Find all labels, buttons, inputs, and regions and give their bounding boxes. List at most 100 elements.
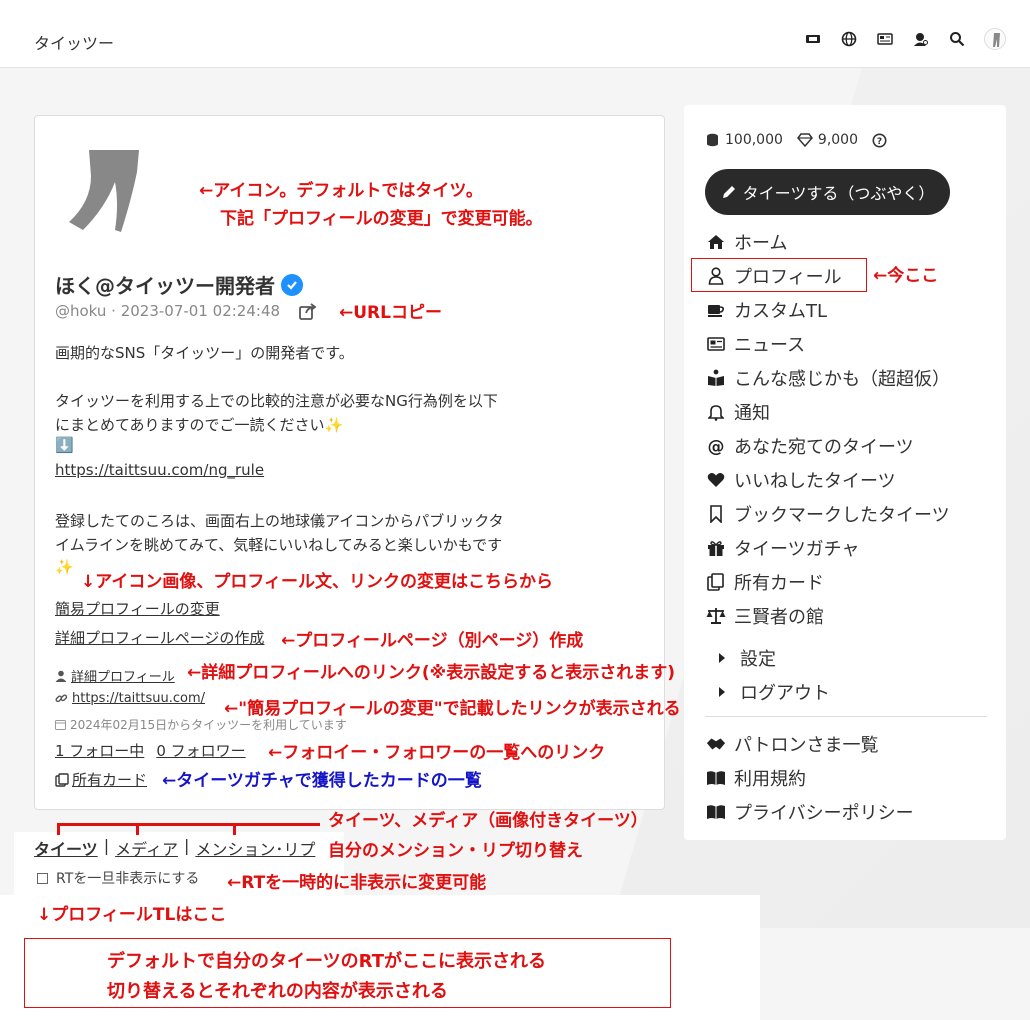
sidebar-item[interactable]: いいねしたタイーツ xyxy=(706,467,896,493)
book-icon xyxy=(706,802,726,822)
bio-link[interactable]: https://taittsuu.com/ng_rule xyxy=(55,461,264,479)
sidebar-item-label: ログアウト xyxy=(740,683,830,704)
scale-icon xyxy=(706,606,726,626)
sidebar-item-label: プライバシーポリシー xyxy=(734,803,914,824)
sidebar-item[interactable]: ログアウト xyxy=(712,679,830,705)
tab-media[interactable]: メディア xyxy=(115,836,178,860)
profile-name-text: ほく@タイッツー開発者 xyxy=(55,274,275,298)
follow-row: 1 フォロー中 0 フォロワー xyxy=(55,740,246,761)
sidebar-item-label: こんな感じかも（超超仮） xyxy=(734,369,950,390)
sidebar-item-label: タイーツガチャ xyxy=(734,539,860,560)
sidebar-item[interactable]: @ あなた宛てのタイーツ xyxy=(706,433,914,459)
profile-tabs: タイーツ | メディア | メンション･リプ xyxy=(34,836,315,860)
sidebar-item-label: 利用規約 xyxy=(734,769,806,790)
sidebar-item-label: 三賢者の館 xyxy=(734,607,824,628)
handle-row: @hoku · 2023-07-01 02:24:48 xyxy=(55,301,318,321)
gem-icon xyxy=(796,133,813,147)
owned-cards-link[interactable]: 所有カード xyxy=(72,769,147,790)
currency-row: 100,000 9,000 ? xyxy=(705,132,887,148)
sidebar-item[interactable]: 設定 xyxy=(712,645,776,671)
annotation-icon-2: 下記「プロフィールの変更」で変更可能。 xyxy=(220,209,543,229)
newspaper-icon xyxy=(706,334,726,354)
newspaper-icon[interactable] xyxy=(876,30,894,48)
sidebar-item[interactable]: 所有カード xyxy=(706,569,824,595)
avatar-small[interactable] xyxy=(984,28,1006,50)
coins-value: 100,000 xyxy=(725,132,783,148)
tab-posts[interactable]: タイーツ xyxy=(34,836,98,860)
handle-date: @hoku · 2023-07-01 02:24:48 xyxy=(55,302,281,320)
pencil-icon xyxy=(722,186,735,198)
sidebar-item[interactable]: カスタムTL xyxy=(706,297,827,323)
sidebar-item[interactable]: タイーツガチャ xyxy=(706,535,859,561)
bio-line: タイッツーを利用する上での比較的注意が必要なNG行為例を以下 xyxy=(55,392,498,410)
app-title[interactable]: タイッツー xyxy=(34,30,114,54)
sidebar-item[interactable]: ブックマークしたタイーツ xyxy=(706,501,950,527)
annotation-timeline-box: デフォルトで自分のタイーツのRTがここに表示される 切り替えるとそれぞれの内容が… xyxy=(24,938,671,1008)
tab-mentions[interactable]: メンション･リプ xyxy=(195,836,315,860)
sidebar-item[interactable]: ニュース xyxy=(706,331,805,357)
user-secret-icon[interactable] xyxy=(912,30,930,48)
home-icon xyxy=(706,232,726,252)
sidebar-item[interactable]: 通知 xyxy=(706,399,770,425)
bio-line: イムラインを眺めてみて、気軽にいいねしてみると楽しいかもです xyxy=(55,536,503,554)
share-copy-icon[interactable] xyxy=(298,301,318,321)
annotation-icon-1: ←アイコン。デフォルトではタイツ。 xyxy=(199,181,483,201)
handshake-icon xyxy=(706,734,726,754)
ticket-icon[interactable] xyxy=(804,30,822,48)
sidebar-item-label: ニュース xyxy=(734,335,806,356)
annotation-cards: ←タイーツガチャで獲得したカードの一覧 xyxy=(162,771,482,791)
sidebar-item-label: ブックマークしたタイーツ xyxy=(734,505,950,526)
profile-url-link[interactable]: https://taittsuu.com/ xyxy=(72,691,205,706)
edit-simple-profile-link[interactable]: 簡易プロフィールの変更 xyxy=(55,598,220,619)
sidebar-item[interactable]: 利用規約 xyxy=(706,765,806,791)
cards-icon xyxy=(55,772,69,787)
sidebar-item-label: カスタムTL xyxy=(734,301,828,322)
rt-hide-toggle[interactable]: RTを一旦非表示にする xyxy=(37,868,199,888)
verified-badge-icon xyxy=(281,273,303,296)
detail-profile-row: 詳細プロフィール xyxy=(55,666,175,685)
annotation-profile-page: ←プロフィールページ（別ページ）作成 xyxy=(281,631,584,651)
annotation-highlight-box xyxy=(691,258,867,292)
at-icon: @ xyxy=(706,436,726,456)
sidebar-item-label: パトロンさま一覧 xyxy=(734,735,879,756)
cup-icon xyxy=(706,300,726,320)
bell-icon xyxy=(706,402,726,422)
globe-icon[interactable] xyxy=(840,30,858,48)
bio-line: 画期的なSNS「タイッツー」の開発者です。 xyxy=(55,344,354,362)
link-icon xyxy=(55,694,68,703)
annotation-now-here: ←今ここ xyxy=(873,266,939,286)
annotation-detail-link: ←詳細プロフィールへのリンク(※表示設定すると表示されます) xyxy=(187,663,675,683)
followers-link[interactable]: 0 フォロワー xyxy=(156,740,245,761)
post-button-label: タイーツする（つぶやく） xyxy=(742,184,935,203)
annotation-bracket xyxy=(57,823,60,835)
annotation-link: ←"簡易プロフィールの変更"で記載したリンクが表示される xyxy=(224,699,681,719)
annotation-tabs-1: タイーツ、メディア（画像付きタイーツ） xyxy=(328,811,648,831)
nav-divider xyxy=(705,716,987,717)
annotation-change: ↓アイコン画像、プロフィール文、リンクの変更はこちらから xyxy=(81,572,554,592)
create-detail-profile-link[interactable]: 詳細プロフィールページの作成 xyxy=(55,627,264,648)
profile-avatar-tights-icon[interactable] xyxy=(63,146,159,236)
caret-right-icon xyxy=(712,682,732,702)
search-icon[interactable] xyxy=(948,30,966,48)
caret-right-icon xyxy=(712,648,732,668)
sidebar-item[interactable]: プライバシーポリシー xyxy=(706,799,914,825)
tab-separator: | xyxy=(103,836,110,855)
user-icon xyxy=(55,670,67,682)
sidebar-item[interactable]: ホーム xyxy=(706,229,787,255)
sidebar-item-label: ホーム xyxy=(734,233,788,254)
header-icons xyxy=(804,28,1006,50)
detail-profile-link[interactable]: 詳細プロフィール xyxy=(71,666,175,685)
sidebar-item[interactable]: パトロンさま一覧 xyxy=(706,731,879,757)
tab-separator: | xyxy=(183,836,190,855)
rt-hide-checkbox[interactable] xyxy=(37,872,48,884)
help-circle-icon[interactable]: ? xyxy=(872,133,887,148)
bio-line: にまとめてありますのでご一読ください✨ xyxy=(55,416,344,434)
annotation-url-copy: ←URLコピー xyxy=(339,303,442,323)
following-link[interactable]: 1 フォロー中 xyxy=(55,740,144,761)
sidebar-item[interactable]: 三賢者の館 xyxy=(706,603,824,629)
sidebar-item-label: いいねしたタイーツ xyxy=(734,471,896,492)
sidebar-item-label: 設定 xyxy=(740,649,776,670)
post-button[interactable]: タイーツする（つぶやく） xyxy=(705,169,950,215)
top-header: タイッツー xyxy=(0,0,1030,68)
sidebar-item[interactable]: こんな感じかも（超超仮） xyxy=(706,365,950,391)
